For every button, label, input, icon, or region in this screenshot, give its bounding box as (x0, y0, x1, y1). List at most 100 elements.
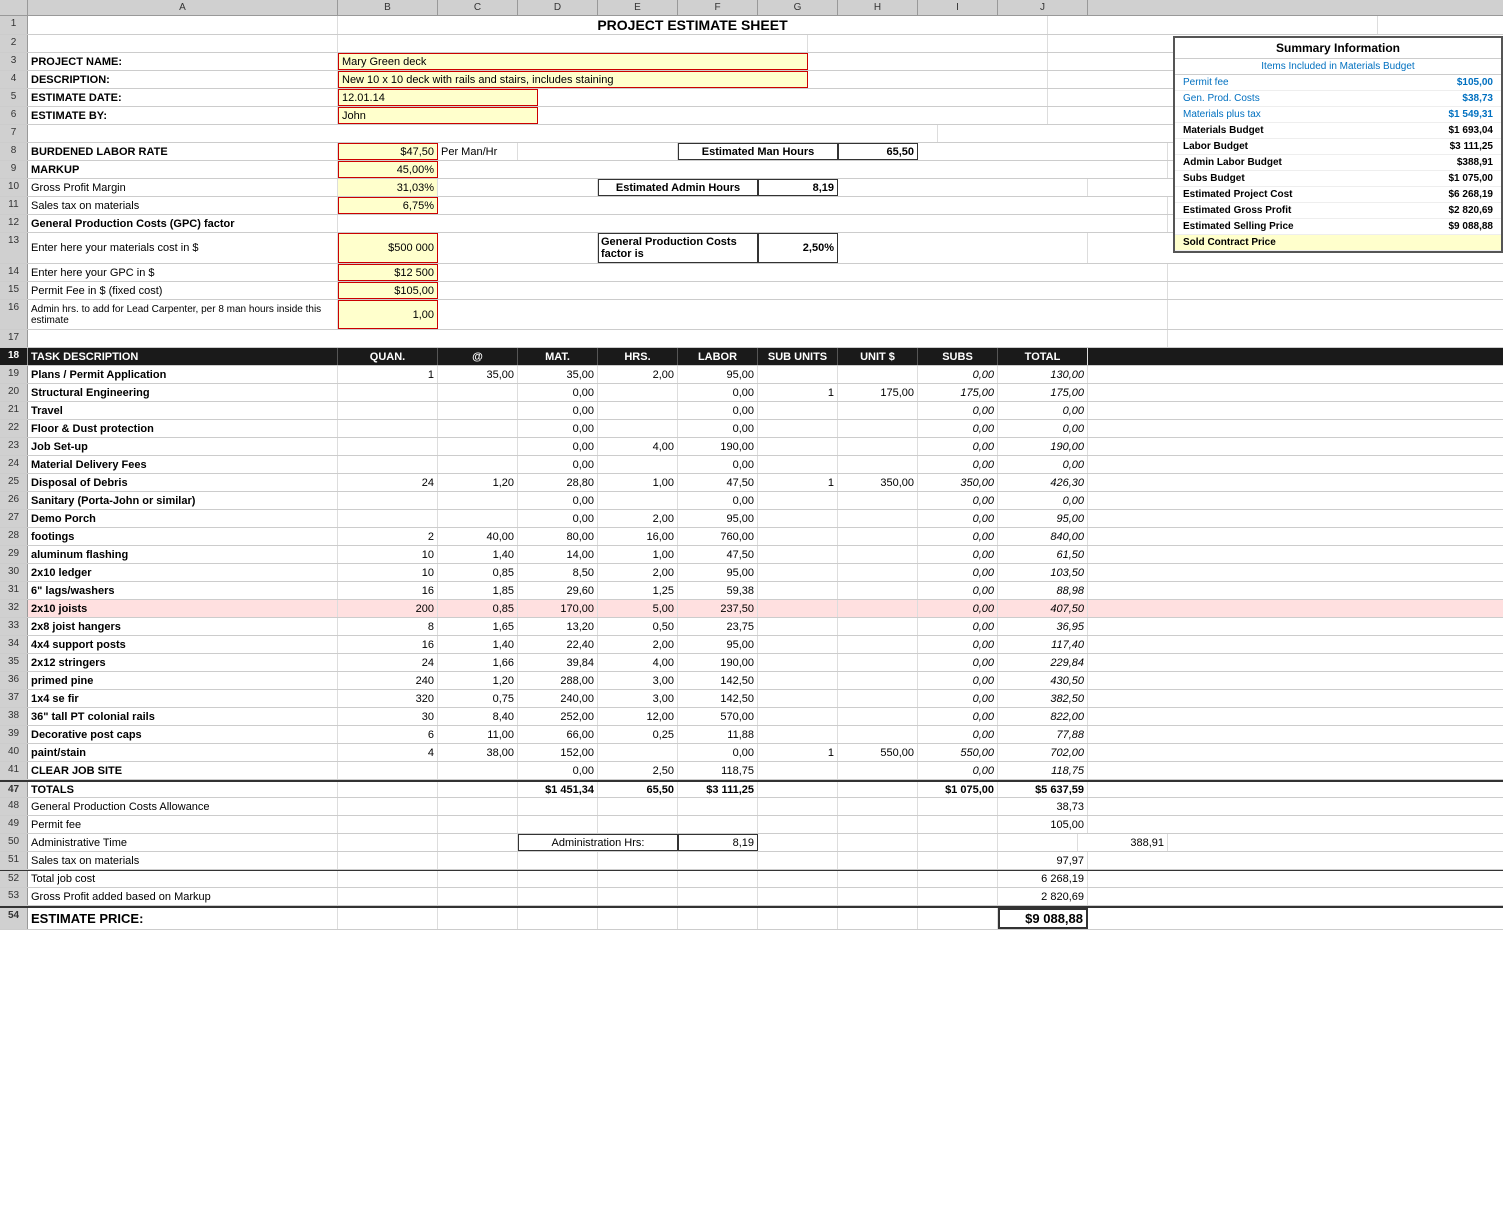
col-header-d: D (518, 0, 598, 15)
row-15: 15 Permit Fee in $ (fixed cost) $105,00 (0, 282, 1503, 300)
summary-admin-value: $388,91 (1457, 157, 1493, 168)
row-49: 49 Permit fee 105,00 (0, 816, 1503, 834)
description-input[interactable]: New 10 x 10 deck with rails and stairs, … (338, 71, 808, 88)
table-row: 31 6" lags/washers 16 1,85 29,60 1,25 59… (0, 582, 1503, 600)
table-row: 30 2x10 ledger 10 0,85 8,50 2,00 95,00 0… (0, 564, 1503, 582)
summary-project-cost-value: $6 268,19 (1449, 189, 1494, 200)
row-16: 16 Admin hrs. to add for Lead Carpenter,… (0, 300, 1503, 330)
gpm-value: 31,03% (338, 179, 438, 196)
permit-fee-row-value: 105,00 (998, 816, 1088, 833)
table-row: 40 paint/stain 4 38,00 152,00 0,00 1 550… (0, 744, 1503, 762)
header-mat: MAT. (518, 348, 598, 365)
table-row: 22 Floor & Dust protection 0,00 0,00 0,0… (0, 420, 1503, 438)
row-17: 17 (0, 330, 1503, 348)
sales-tax-value[interactable]: 6,75% (338, 197, 438, 214)
header-subs: SUBS (918, 348, 998, 365)
admin-hrs-label-row: Administration Hrs: (518, 834, 678, 851)
cell-b2 (338, 35, 808, 52)
row-2: 2 Summary Information Items Included in … (0, 35, 1503, 53)
project-name-input[interactable]: Mary Green deck (338, 53, 808, 70)
permit-fee-value[interactable]: $105,00 (338, 282, 438, 299)
row-51: 51 Sales tax on materials 97,97 (0, 852, 1503, 870)
table-row: 27 Demo Porch 0,00 2,00 95,00 0,00 95,00 (0, 510, 1503, 528)
summary-row-gross-profit: Estimated Gross Profit $2 820,69 (1175, 203, 1501, 219)
est-man-hours-label: Estimated Man Hours (678, 143, 838, 160)
summary-mat-tax-value: $1 549,31 (1449, 109, 1494, 120)
cell-e2 (808, 35, 1048, 52)
cell-a1 (28, 16, 338, 34)
header-hrs: HRS. (598, 348, 678, 365)
table-row: 38 36" tall PT colonial rails 30 8,40 25… (0, 708, 1503, 726)
header-total: TOTAL (998, 348, 1088, 365)
table-row: 24 Material Delivery Fees 0,00 0,00 0,00… (0, 456, 1503, 474)
summary-row-mat-budget: Materials Budget $1 693,04 (1175, 123, 1501, 139)
labor-rate-label: BURDENED LABOR RATE (28, 143, 338, 160)
cell-b12 (338, 215, 1168, 232)
table-row: 33 2x8 joist hangers 8 1,65 13,20 0,50 2… (0, 618, 1503, 636)
table-row: 28 footings 2 40,00 80,00 16,00 760,00 0… (0, 528, 1503, 546)
cell-e4 (808, 71, 1048, 88)
col-header-h: H (838, 0, 918, 15)
table-row: 19 Plans / Permit Application 1 35,00 35… (0, 366, 1503, 384)
header-labor: LABOR (678, 348, 758, 365)
project-name-label: PROJECT NAME: (28, 53, 338, 70)
column-header-row: A B C D E F G H I J (0, 0, 1503, 16)
summary-admin-label: Admin Labor Budget (1183, 157, 1282, 168)
summary-mat-budget-label: Materials Budget (1183, 125, 1264, 136)
summary-row-admin-budget: Admin Labor Budget $388,91 (1175, 155, 1501, 171)
cell-a2 (28, 35, 338, 52)
table-row: 20 Structural Engineering 0,00 0,00 1 17… (0, 384, 1503, 402)
sales-tax-row-label: Sales tax on materials (28, 852, 338, 869)
table-row: 39 Decorative post caps 6 11,00 66,00 0,… (0, 726, 1503, 744)
summary-selling-price-label: Estimated Selling Price (1183, 221, 1294, 232)
gross-profit-row-value: 2 820,69 (998, 888, 1088, 905)
estimate-price-value: $9 088,88 (998, 908, 1088, 929)
totals-label: TOTALS (28, 782, 338, 797)
markup-value[interactable]: 45,00% (338, 161, 438, 178)
admin-hrs-value-row: 8,19 (678, 834, 758, 851)
gpc-allowance-label: General Production Costs Allowance (28, 798, 338, 815)
summary-labor-label: Labor Budget (1183, 141, 1248, 152)
cell-c13 (438, 233, 598, 263)
summary-row-selling-price: Estimated Selling Price $9 088,88 (1175, 219, 1501, 235)
sales-tax-label: Sales tax on materials (28, 197, 338, 214)
corner-cell (0, 0, 28, 15)
gross-profit-row-label: Gross Profit added based on Markup (28, 888, 338, 905)
sales-tax-row-value: 97,97 (998, 852, 1088, 869)
estimate-date-input[interactable]: 12.01.14 (338, 89, 538, 106)
table-row: 26 Sanitary (Porta-John or similar) 0,00… (0, 492, 1503, 510)
summary-row-permit: Permit fee $105,00 (1175, 75, 1501, 91)
summary-row-labor-budget: Labor Budget $3 111,25 (1175, 139, 1501, 155)
estimate-price-label: ESTIMATE PRICE: (28, 908, 338, 929)
mat-cost-label: Enter here your materials cost in $ (28, 233, 338, 263)
estimate-by-input[interactable]: John (338, 107, 538, 124)
summary-subs-label: Subs Budget (1183, 173, 1245, 184)
summary-mat-budget-value: $1 693,04 (1449, 125, 1494, 136)
col-header-g: G (758, 0, 838, 15)
table-row: 21 Travel 0,00 0,00 0,00 0,00 (0, 402, 1503, 420)
table-row: 35 2x12 stringers 24 1,66 39,84 4,00 190… (0, 654, 1503, 672)
gpc-cost-value[interactable]: $12 500 (338, 264, 438, 281)
col-header-i: I (918, 0, 998, 15)
gpc-allowance-value: 38,73 (998, 798, 1088, 815)
summary-subs-value: $1 075,00 (1449, 173, 1494, 184)
summary-panel: Summary Information Items Included in Ma… (1173, 36, 1503, 253)
col-header-b: B (338, 0, 438, 15)
col-header-c: C (438, 0, 518, 15)
summary-subtitle: Items Included in Materials Budget (1175, 59, 1501, 75)
table-row: 23 Job Set-up 0,00 4,00 190,00 0,00 190,… (0, 438, 1503, 456)
summary-selling-price-value: $9 088,88 (1449, 221, 1494, 232)
header-task: TASK DESCRIPTION (28, 348, 338, 365)
labor-rate-unit: Per Man/Hr (438, 143, 518, 160)
task-header-row: 18 TASK DESCRIPTION QUAN. @ MAT. HRS. LA… (0, 348, 1503, 366)
permit-fee-row-label: Permit fee (28, 816, 338, 833)
mat-cost-value[interactable]: $500 000 (338, 233, 438, 263)
summary-labor-value: $3 111,25 (1450, 141, 1493, 152)
total-job-cost-value: 6 268,19 (998, 871, 1088, 887)
cell-c10 (438, 179, 598, 196)
summary-permit-label: Permit fee (1183, 77, 1229, 88)
labor-rate-value[interactable]: $47,50 (338, 143, 438, 160)
admin-hrs-value[interactable]: 1,00 (338, 300, 438, 329)
cell-c9 (438, 161, 1168, 178)
gpm-label: Gross Profit Margin (28, 179, 338, 196)
